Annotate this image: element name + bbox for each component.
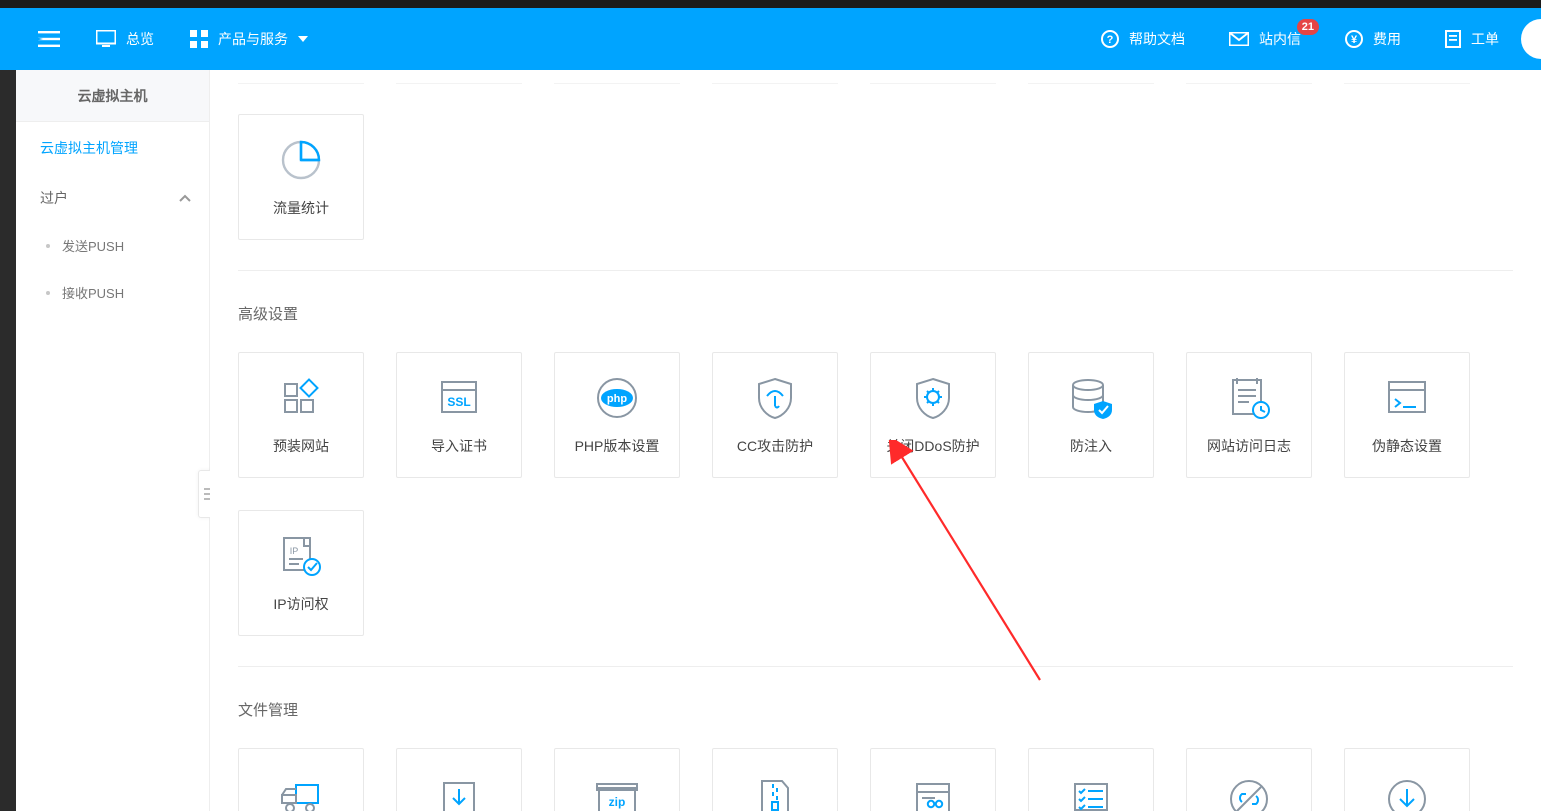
card-label: 关闭DDoS防护 [886, 436, 979, 456]
card-close-ddos[interactable]: 关闭DDoS防护 [870, 352, 996, 478]
no-link-icon [1225, 775, 1273, 811]
truck-icon [277, 775, 325, 811]
download-circle-icon [1383, 775, 1431, 811]
card-label: 伪静态设置 [1372, 436, 1442, 456]
card-file-zip[interactable]: zip [554, 748, 680, 811]
ghost-row [238, 70, 1513, 84]
menu-toggle[interactable] [20, 8, 78, 70]
nav-help-label: 帮助文档 [1129, 29, 1185, 49]
card-cc-protection[interactable]: CC攻击防护 [712, 352, 838, 478]
sidebar-item-manage[interactable]: 云虚拟主机管理 [16, 122, 209, 174]
mail-icon [1229, 32, 1249, 46]
card-label: 流量统计 [273, 198, 329, 218]
nav-fee-label: 费用 [1373, 29, 1401, 49]
svg-text:php: php [607, 393, 627, 405]
window-top-stripe [0, 0, 1541, 8]
card-file-zip-file[interactable] [712, 748, 838, 811]
nav-workorder-label: 工单 [1471, 29, 1499, 49]
nav-overview-label: 总览 [126, 29, 154, 49]
card-file-checklist[interactable] [1028, 748, 1154, 811]
sidebar-group-transfer[interactable]: 过户 [16, 174, 209, 222]
card-preinstall-site[interactable]: 预装网站 [238, 352, 364, 478]
log-clock-icon [1225, 374, 1273, 422]
top-header: 总览 产品与服务 ? 帮助文档 站内信 21 [0, 8, 1541, 70]
sidebar-item-send-push[interactable]: 发送PUSH [16, 222, 209, 269]
nav-inbox-label: 站内信 [1259, 31, 1301, 47]
ssl-icon: SSL [435, 374, 483, 422]
menu-icon [38, 31, 60, 47]
card-file-truck[interactable] [238, 748, 364, 811]
main-content: 流量统计 高级设置 预装网站 SSL 导入证书 php PHP版本设置 CC攻击防护 [210, 70, 1541, 811]
card-label: PHP版本设置 [575, 436, 660, 456]
monitor-icon [96, 30, 116, 48]
nav-products-label: 产品与服务 [218, 29, 288, 49]
zip-file-icon [751, 775, 799, 811]
inbox-badge: 21 [1297, 19, 1319, 35]
page-link-icon [909, 775, 957, 811]
sidebar: 云虚拟主机 云虚拟主机管理 过户 发送PUSH 接收PUSH [16, 70, 210, 811]
section-title-file: 文件管理 [238, 699, 1513, 720]
shield-gear-icon [909, 374, 957, 422]
sidebar-group-label: 过户 [40, 188, 68, 208]
card-ip-access[interactable]: IP IP访问权 [238, 510, 364, 636]
php-icon: php [593, 374, 641, 422]
ip-check-icon: IP [277, 532, 325, 580]
coin-icon: ¥ [1345, 30, 1363, 48]
card-file-no-link[interactable] [1186, 748, 1312, 811]
nav-overview[interactable]: 总览 [78, 8, 172, 70]
card-file-download-circle[interactable] [1344, 748, 1470, 811]
svg-text:?: ? [1107, 34, 1114, 46]
card-php-version[interactable]: php PHP版本设置 [554, 352, 680, 478]
card-traffic-stats[interactable]: 流量统计 [238, 114, 364, 240]
avatar[interactable] [1511, 9, 1541, 69]
nav-inbox[interactable]: 站内信 21 [1207, 8, 1323, 70]
checklist-icon [1067, 775, 1115, 811]
pie-chart-icon [280, 139, 322, 181]
card-label: CC攻击防护 [737, 436, 813, 456]
card-label: 导入证书 [431, 436, 487, 456]
download-box-icon [435, 775, 483, 811]
card-label: IP访问权 [273, 594, 328, 614]
db-shield-icon [1067, 374, 1115, 422]
card-site-access-log[interactable]: 网站访问日志 [1186, 352, 1312, 478]
nav-help[interactable]: ? 帮助文档 [1079, 8, 1207, 70]
nav-workorder[interactable]: 工单 [1423, 8, 1521, 70]
card-label: 预装网站 [273, 436, 329, 456]
grid-icon [190, 30, 208, 48]
terminal-icon [1383, 374, 1431, 422]
card-label: 防注入 [1070, 436, 1112, 456]
sidebar-item-receive-push[interactable]: 接收PUSH [16, 269, 209, 316]
shield-umbrella-icon [751, 374, 799, 422]
nav-products[interactable]: 产品与服务 [172, 8, 326, 70]
ticket-icon [1445, 30, 1461, 48]
svg-text:zip: zip [609, 795, 626, 809]
card-file-page-link[interactable] [870, 748, 996, 811]
svg-text:IP: IP [290, 546, 299, 556]
apps-icon [277, 374, 325, 422]
card-anti-injection[interactable]: 防注入 [1028, 352, 1154, 478]
card-label: 网站访问日志 [1207, 436, 1291, 456]
help-icon: ? [1101, 30, 1119, 48]
section-title-advanced: 高级设置 [238, 303, 1513, 324]
zip-icon: zip [593, 775, 641, 811]
chevron-up-icon [179, 194, 191, 202]
card-import-cert[interactable]: SSL 导入证书 [396, 352, 522, 478]
left-rail [0, 70, 16, 811]
sidebar-title: 云虚拟主机 [16, 70, 209, 122]
card-file-download-box[interactable] [396, 748, 522, 811]
card-pseudo-static[interactable]: 伪静态设置 [1344, 352, 1470, 478]
svg-text:SSL: SSL [447, 395, 470, 409]
svg-text:¥: ¥ [1351, 34, 1358, 46]
nav-fee[interactable]: ¥ 费用 [1323, 8, 1423, 70]
chevron-down-icon [298, 36, 308, 42]
